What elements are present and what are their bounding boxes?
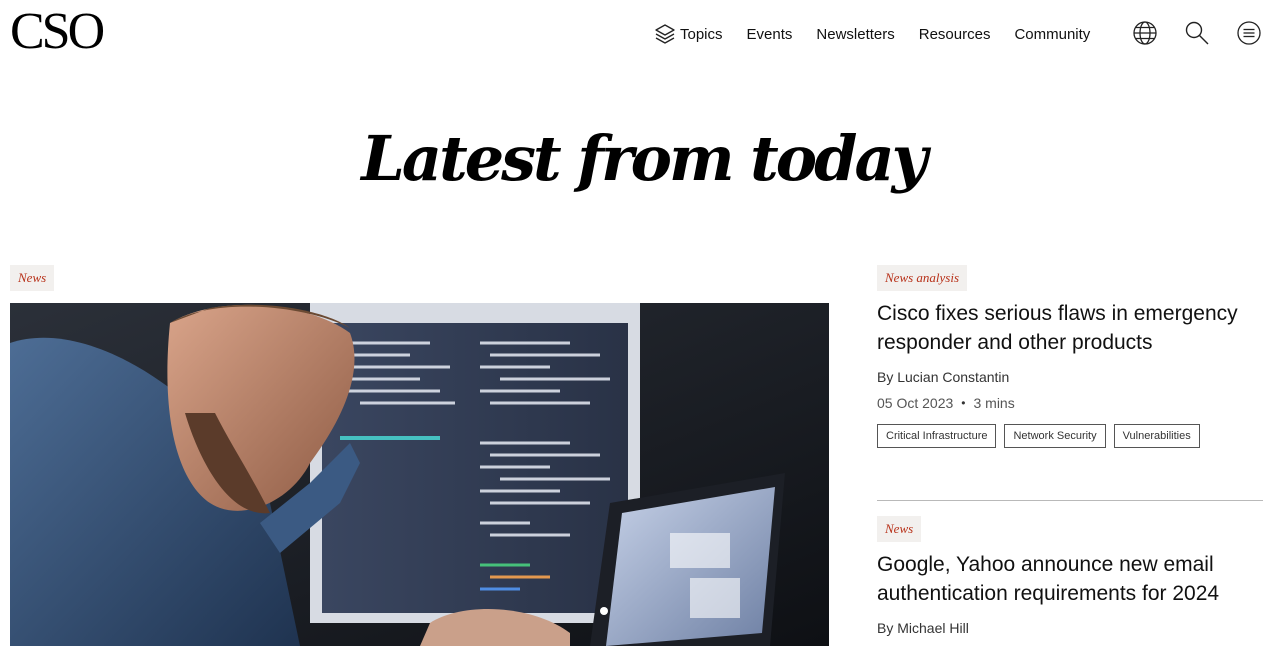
nav-topics-label: Topics	[680, 25, 723, 43]
cso-logo[interactable]: CSO	[10, 4, 105, 60]
menu-icon[interactable]	[1235, 19, 1263, 47]
article-card: News Google, Yahoo announce new email au…	[877, 516, 1263, 636]
nav-community-label: Community	[1014, 25, 1091, 43]
article-card: News analysis Cisco fixes serious flaws …	[877, 265, 1263, 448]
article-byline[interactable]: By Lucian Constantin	[877, 369, 1263, 385]
hero-image[interactable]	[10, 303, 829, 646]
globe-icon[interactable]	[1131, 19, 1159, 47]
layers-icon	[654, 23, 676, 45]
article-date: 05 Oct 2023	[877, 395, 954, 411]
site-header: CSO Topics Events Newsletters Resources …	[0, 0, 1286, 70]
article-tags: Critical Infrastructure Network Security…	[877, 424, 1263, 448]
article-meta: 05 Oct 2023 • 3 mins	[877, 395, 1263, 411]
article-read-time: 3 mins	[973, 395, 1015, 411]
article-byline[interactable]: By Michael Hill	[877, 620, 1263, 636]
article-kicker[interactable]: News analysis	[877, 265, 968, 291]
tag-chip[interactable]: Critical Infrastructure	[877, 424, 997, 448]
article-headline[interactable]: Cisco fixes serious flaws in emergency r…	[877, 299, 1263, 357]
nav-topics[interactable]: Topics	[654, 23, 723, 45]
nav-events[interactable]: Events	[747, 26, 793, 43]
tag-chip[interactable]: Network Security	[1004, 424, 1106, 448]
nav-resources-label: Resources	[918, 25, 991, 43]
hero-illustration	[10, 303, 829, 646]
nav-community[interactable]: Community	[1014, 26, 1090, 43]
nav-events-label: Events	[746, 25, 793, 43]
nav-resources[interactable]: Resources	[919, 26, 991, 43]
separator-dot: •	[961, 396, 966, 410]
search-icon[interactable]	[1183, 19, 1211, 47]
article-kicker[interactable]: News	[877, 516, 922, 542]
hero-kicker-label: News	[10, 265, 55, 291]
main-nav: Topics Events Newsletters Resources Comm…	[654, 20, 1114, 48]
nav-newsletters[interactable]: Newsletters	[816, 26, 894, 43]
page-title: Latest from today	[361, 122, 927, 195]
tag-chip[interactable]: Vulnerabilities	[1113, 424, 1200, 448]
article-headline[interactable]: Google, Yahoo announce new email authent…	[877, 550, 1263, 608]
nav-newsletters-label: Newsletters	[816, 25, 895, 43]
hero-kicker[interactable]: News	[10, 265, 55, 291]
divider	[877, 500, 1263, 501]
